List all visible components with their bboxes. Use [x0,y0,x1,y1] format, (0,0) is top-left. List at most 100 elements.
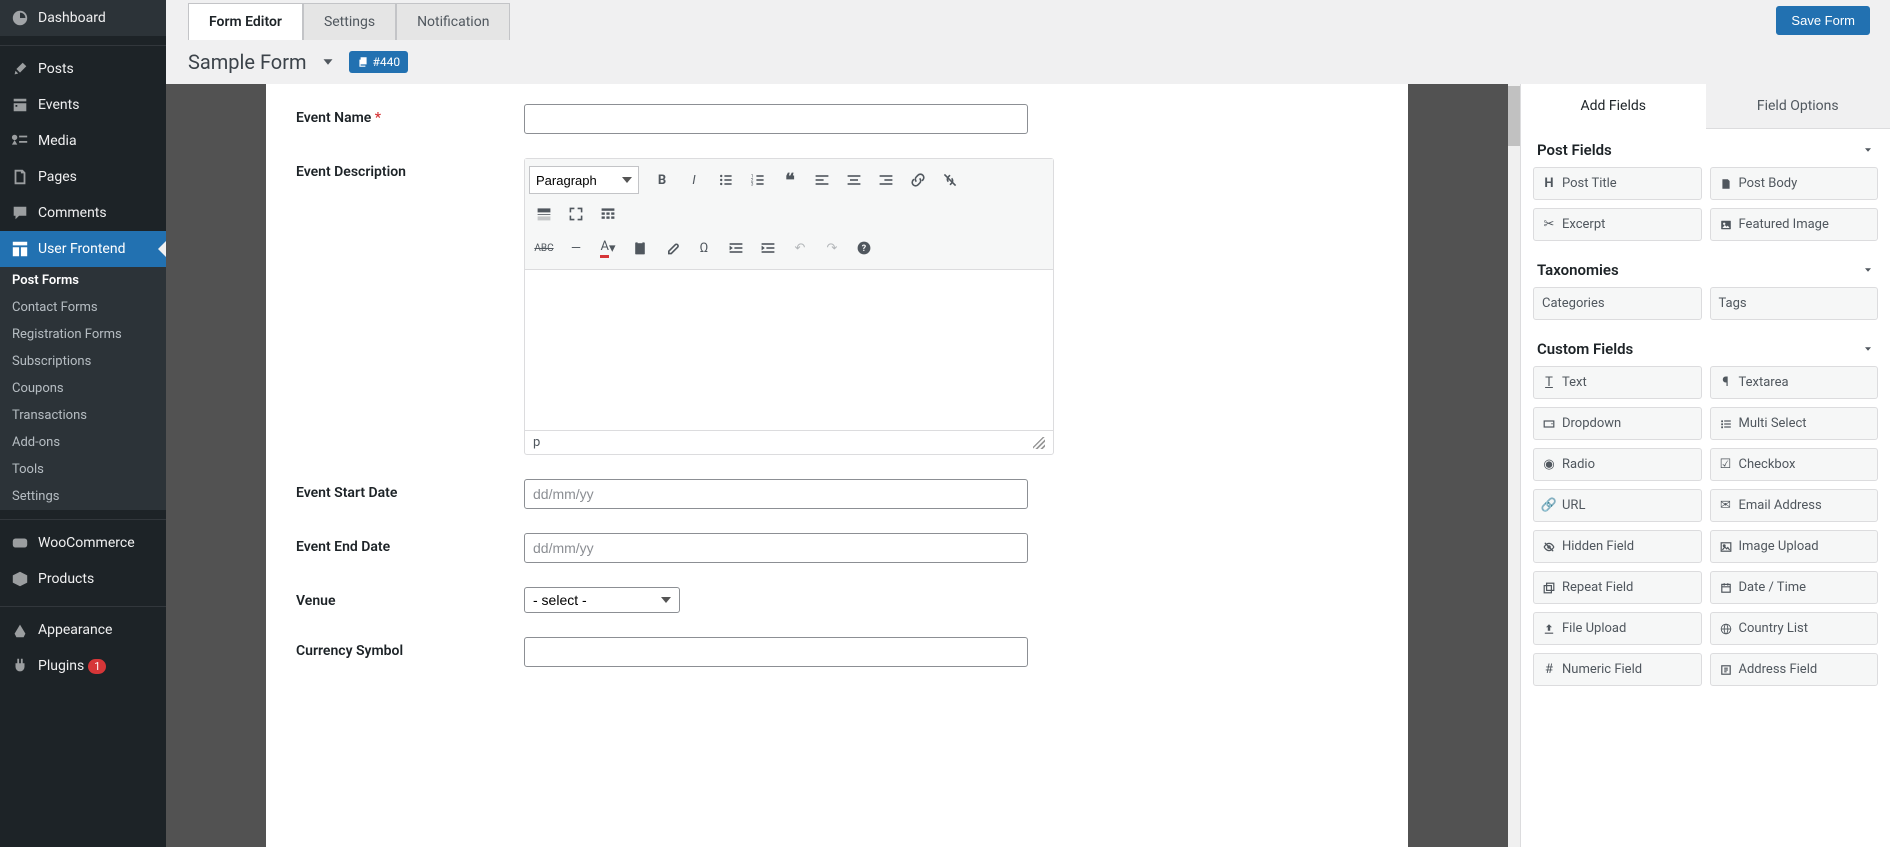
indent-icon[interactable] [753,233,783,263]
form-switcher-chevron-icon[interactable] [319,53,337,71]
unlink-icon[interactable] [935,165,965,195]
italic-icon[interactable]: I [679,165,709,195]
sidebar-item-woocommerce[interactable]: WooCommerce [0,525,166,561]
sidebar-item-dashboard[interactable]: Dashboard [0,0,166,36]
bullet-list-icon[interactable] [711,165,741,195]
field-file-upload[interactable]: File Upload [1533,612,1702,645]
submenu-registration-forms[interactable]: Registration Forms [0,321,166,348]
submenu-tools[interactable]: Tools [0,456,166,483]
align-right-icon[interactable] [871,165,901,195]
tab-notification[interactable]: Notification [396,3,510,40]
field-post-title[interactable]: HPost Title [1533,167,1702,200]
field-excerpt[interactable]: ✂Excerpt [1533,208,1702,241]
submenu-addons[interactable]: Add-ons [0,429,166,456]
align-center-icon[interactable] [839,165,869,195]
clear-formatting-icon[interactable] [657,233,687,263]
resize-handle-icon[interactable] [1033,437,1045,449]
field-text[interactable]: TText [1533,366,1702,399]
field-label: Event Description [296,158,524,180]
sidebar-item-user-frontend[interactable]: User Frontend [0,231,166,267]
sidebar-item-posts[interactable]: Posts [0,51,166,87]
fullscreen-icon[interactable] [561,199,591,229]
field-row-event-start-date[interactable]: Event Start Date [296,479,1378,509]
submenu-settings[interactable]: Settings [0,483,166,510]
special-character-icon[interactable]: Ω [689,233,719,263]
venue-select[interactable]: - select - [524,587,680,613]
section-header-post-fields[interactable]: Post Fields [1533,129,1878,167]
dashboard-icon [10,8,30,28]
outdent-icon[interactable] [721,233,751,263]
field-tags[interactable]: Tags [1710,287,1879,320]
field-multi-select[interactable]: Multi Select [1710,407,1879,440]
rp-tab-field-options[interactable]: Field Options [1706,84,1890,129]
field-row-currency-symbol[interactable]: Currency Symbol [296,637,1378,667]
tab-settings[interactable]: Settings [303,3,396,40]
field-repeat[interactable]: Repeat Field [1533,571,1702,604]
bold-icon[interactable]: B [647,165,677,195]
sidebar-label: Comments [38,205,107,221]
toolbar-toggle-icon[interactable] [593,199,623,229]
sidebar-item-pages[interactable]: Pages [0,159,166,195]
sidebar-item-appearance[interactable]: Appearance [0,612,166,648]
blockquote-icon[interactable]: ❝ [775,165,805,195]
section-header-custom-fields[interactable]: Custom Fields [1533,328,1878,366]
field-row-event-name[interactable]: Event Name * [296,104,1378,134]
submenu-subscriptions[interactable]: Subscriptions [0,348,166,375]
field-categories[interactable]: Categories [1533,287,1702,320]
align-left-icon[interactable] [807,165,837,195]
paragraph-select[interactable]: Paragraph [529,166,639,194]
field-row-event-end-date[interactable]: Event End Date [296,533,1378,563]
submenu-transactions[interactable]: Transactions [0,402,166,429]
submenu-post-forms[interactable]: Post Forms [0,267,166,294]
tab-form-editor[interactable]: Form Editor [188,3,303,40]
submenu-coupons[interactable]: Coupons [0,375,166,402]
sidebar-item-plugins[interactable]: Plugins 1 [0,648,166,684]
horizontal-rule-icon[interactable]: — [561,233,591,263]
editor-content-area[interactable] [525,270,1053,430]
strikethrough-icon[interactable]: ABC [529,233,559,263]
link-icon[interactable] [903,165,933,195]
save-form-button[interactable]: Save Form [1776,6,1870,35]
plugins-icon [10,656,30,676]
canvas-scrollbar[interactable] [1508,84,1520,847]
field-hidden[interactable]: Hidden Field [1533,530,1702,563]
field-numeric[interactable]: #Numeric Field [1533,653,1702,686]
numbered-list-icon[interactable]: 123 [743,165,773,195]
field-image-upload[interactable]: Image Upload [1710,530,1879,563]
currency-symbol-input[interactable] [524,637,1028,667]
sidebar-item-products[interactable]: Products [0,561,166,597]
field-dropdown[interactable]: Dropdown [1533,407,1702,440]
field-checkbox[interactable]: ☑Checkbox [1710,448,1879,481]
redo-icon[interactable]: ↷ [817,233,847,263]
field-textarea[interactable]: ¶Textarea [1710,366,1879,399]
section-header-taxonomies[interactable]: Taxonomies [1533,249,1878,287]
field-post-body[interactable]: Post Body [1710,167,1879,200]
excerpt-icon: ✂ [1542,218,1556,232]
event-name-input[interactable] [524,104,1028,134]
form-id-badge[interactable]: #440 [349,51,409,73]
sidebar-item-media[interactable]: Media [0,123,166,159]
field-url[interactable]: 🔗URL [1533,489,1702,522]
field-radio[interactable]: ◉Radio [1533,448,1702,481]
event-end-date-input[interactable] [524,533,1028,563]
paste-text-icon[interactable] [625,233,655,263]
field-address[interactable]: Address Field [1710,653,1879,686]
field-row-venue[interactable]: Venue - select - [296,587,1378,613]
rp-tab-add-fields[interactable]: Add Fields [1521,84,1706,129]
sidebar-item-events[interactable]: Events [0,87,166,123]
help-icon[interactable]: ? [849,233,879,263]
copy-icon [357,56,369,68]
field-row-event-description[interactable]: Event Description Paragraph B I 123 [296,158,1378,455]
field-date-time[interactable]: Date / Time [1710,571,1879,604]
undo-icon[interactable]: ↶ [785,233,815,263]
text-color-icon[interactable]: A ▾ [593,233,623,263]
sidebar-label: Dashboard [38,10,106,26]
sidebar-item-comments[interactable]: Comments [0,195,166,231]
field-country-list[interactable]: Country List [1710,612,1879,645]
image-icon [1719,218,1733,232]
event-start-date-input[interactable] [524,479,1028,509]
insert-more-icon[interactable] [529,199,559,229]
submenu-contact-forms[interactable]: Contact Forms [0,294,166,321]
field-email[interactable]: ✉Email Address [1710,489,1879,522]
field-featured-image[interactable]: Featured Image [1710,208,1879,241]
